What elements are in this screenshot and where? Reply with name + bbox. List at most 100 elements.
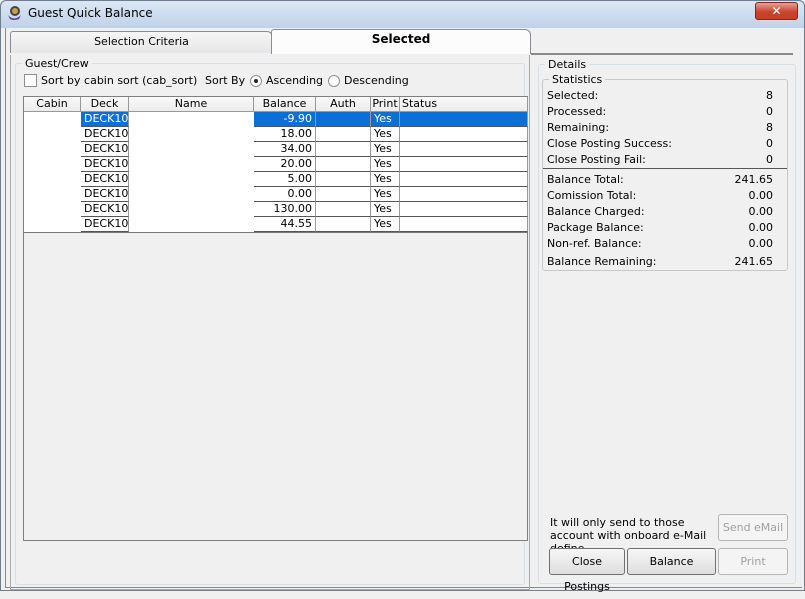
close-postings-button[interactable]: Close Postings	[549, 548, 625, 593]
cell-status[interactable]	[400, 112, 528, 127]
cell-balance[interactable]: 0.00	[254, 187, 316, 202]
table-row[interactable]: DECK10 34.00 Yes	[24, 142, 528, 157]
total-value: 241.65	[734, 255, 774, 268]
table-row[interactable]: DECK10 130.00 Yes	[24, 202, 528, 217]
table-row[interactable]: DECK10 44.55 Yes	[24, 217, 528, 232]
cell-auth[interactable]	[316, 172, 371, 187]
total-label: Comission Total:	[547, 189, 637, 202]
guest-crew-label: Guest/Crew	[22, 57, 92, 70]
stat-value: 8	[766, 89, 773, 102]
table-row[interactable]: DECK10 18.00 Yes	[24, 127, 528, 142]
cell-print[interactable]: Yes	[371, 142, 400, 157]
table-row[interactable]: DECK10 5.00 Yes	[24, 172, 528, 187]
cell-auth[interactable]	[316, 112, 371, 127]
guest-quick-balance-window: Guest Quick Balance ✕ Selection Criteria…	[0, 0, 805, 593]
cell-status[interactable]	[400, 157, 528, 172]
total-row: Non-ref. Balance: 0.00	[547, 237, 779, 252]
cell-deck[interactable]: DECK10	[81, 172, 129, 187]
details-label: Details	[545, 58, 590, 71]
cell-deck[interactable]: DECK10	[81, 112, 129, 127]
cell-print[interactable]: Yes	[371, 172, 400, 187]
title-bar: Guest Quick Balance ✕	[1, 1, 804, 28]
close-icon: ✕	[771, 4, 782, 18]
cell-balance[interactable]: 5.00	[254, 172, 316, 187]
total-value: 0.00	[748, 221, 774, 234]
column-header-status[interactable]: Status	[400, 97, 528, 112]
column-header-auth[interactable]: Auth	[316, 97, 371, 112]
cell-auth[interactable]	[316, 187, 371, 202]
cell-deck[interactable]: DECK10	[81, 127, 129, 142]
stat-row: Remaining: 8	[547, 121, 779, 136]
cell-auth[interactable]	[316, 157, 371, 172]
cell-status[interactable]	[400, 142, 528, 157]
cell-print[interactable]: Yes	[371, 217, 400, 232]
stat-label: Selected:	[547, 89, 599, 102]
tab-selected[interactable]: Selected	[271, 29, 531, 54]
total-label: Balance Remaining:	[547, 255, 657, 268]
cell-print[interactable]: Yes	[371, 157, 400, 172]
cell-deck[interactable]: DECK10	[81, 217, 129, 232]
stat-label: Remaining:	[547, 121, 610, 134]
balance-grid[interactable]: Cabin Deck Name Balance Auth Print Statu…	[23, 96, 528, 541]
stat-value: 0	[766, 153, 773, 166]
cell-balance[interactable]: 18.00	[254, 127, 316, 142]
tab-strip-line	[531, 53, 793, 55]
total-row: Comission Total: 0.00	[547, 189, 779, 204]
cell-print[interactable]: Yes	[371, 187, 400, 202]
tab-selection-criteria[interactable]: Selection Criteria	[10, 31, 273, 53]
table-row[interactable]: DECK10 0.00 Yes	[24, 187, 528, 202]
cell-auth[interactable]	[316, 142, 371, 157]
cell-auth[interactable]	[316, 217, 371, 232]
column-header-print[interactable]: Print	[371, 97, 400, 112]
cell-balance[interactable]: 44.55	[254, 217, 316, 232]
column-header-cabin[interactable]: Cabin	[24, 97, 81, 112]
total-row: Balance Charged: 0.00	[547, 205, 779, 220]
stat-row: Close Posting Fail: 0	[547, 153, 779, 168]
cell-deck[interactable]: DECK10	[81, 187, 129, 202]
sort-by-cabin-checkbox[interactable]	[24, 74, 37, 87]
cell-status[interactable]	[400, 202, 528, 217]
client-area: Selection Criteria Selected Guest/Crew S…	[5, 28, 802, 593]
cell-status[interactable]	[400, 172, 528, 187]
cell-deck[interactable]: DECK10	[81, 202, 129, 217]
cell-deck[interactable]: DECK10	[81, 157, 129, 172]
cell-deck[interactable]: DECK10	[81, 142, 129, 157]
stat-row: Selected: 8	[547, 89, 779, 104]
print-button[interactable]: Print	[718, 548, 788, 575]
cell-status[interactable]	[400, 217, 528, 232]
cell-print[interactable]: Yes	[371, 112, 400, 127]
cell-status[interactable]	[400, 127, 528, 142]
cell-auth[interactable]	[316, 127, 371, 142]
column-header-name[interactable]: Name	[129, 97, 254, 112]
sort-by-cabin-label: Sort by cabin sort (cab_sort)	[41, 74, 198, 87]
total-row: Balance Remaining: 241.65	[547, 255, 779, 270]
tab-label: Selection Criteria	[94, 35, 189, 48]
cell-status[interactable]	[400, 187, 528, 202]
tab-label: Selected	[371, 32, 431, 46]
send-email-button[interactable]: Send eMail	[718, 514, 788, 541]
total-value: 241.65	[734, 173, 774, 186]
stat-row: Close Posting Success: 0	[547, 137, 779, 152]
table-row[interactable]: DECK10 20.00 Yes	[24, 157, 528, 172]
cell-balance[interactable]: 20.00	[254, 157, 316, 172]
balance-button[interactable]: Balance	[627, 548, 716, 575]
stat-value: 0	[766, 105, 773, 118]
total-label: Balance Total:	[547, 173, 624, 186]
cell-print[interactable]: Yes	[371, 127, 400, 142]
column-header-deck[interactable]: Deck	[81, 97, 129, 112]
stat-label: Close Posting Fail:	[547, 153, 646, 166]
cell-balance[interactable]: 34.00	[254, 142, 316, 157]
stat-value: 8	[766, 121, 773, 134]
column-header-balance[interactable]: Balance	[254, 97, 316, 112]
close-button[interactable]: ✕	[755, 2, 798, 20]
cell-print[interactable]: Yes	[371, 202, 400, 217]
cell-auth[interactable]	[316, 202, 371, 217]
total-value: 0.00	[748, 189, 774, 202]
descending-radio[interactable]	[328, 75, 340, 87]
cell-balance[interactable]: -9.90	[254, 112, 316, 127]
ascending-radio[interactable]	[250, 75, 262, 87]
table-row[interactable]: DECK10 -9.90 Yes	[24, 112, 528, 127]
total-value: 0.00	[748, 237, 774, 250]
app-icon	[8, 6, 21, 20]
cell-balance[interactable]: 130.00	[254, 202, 316, 217]
